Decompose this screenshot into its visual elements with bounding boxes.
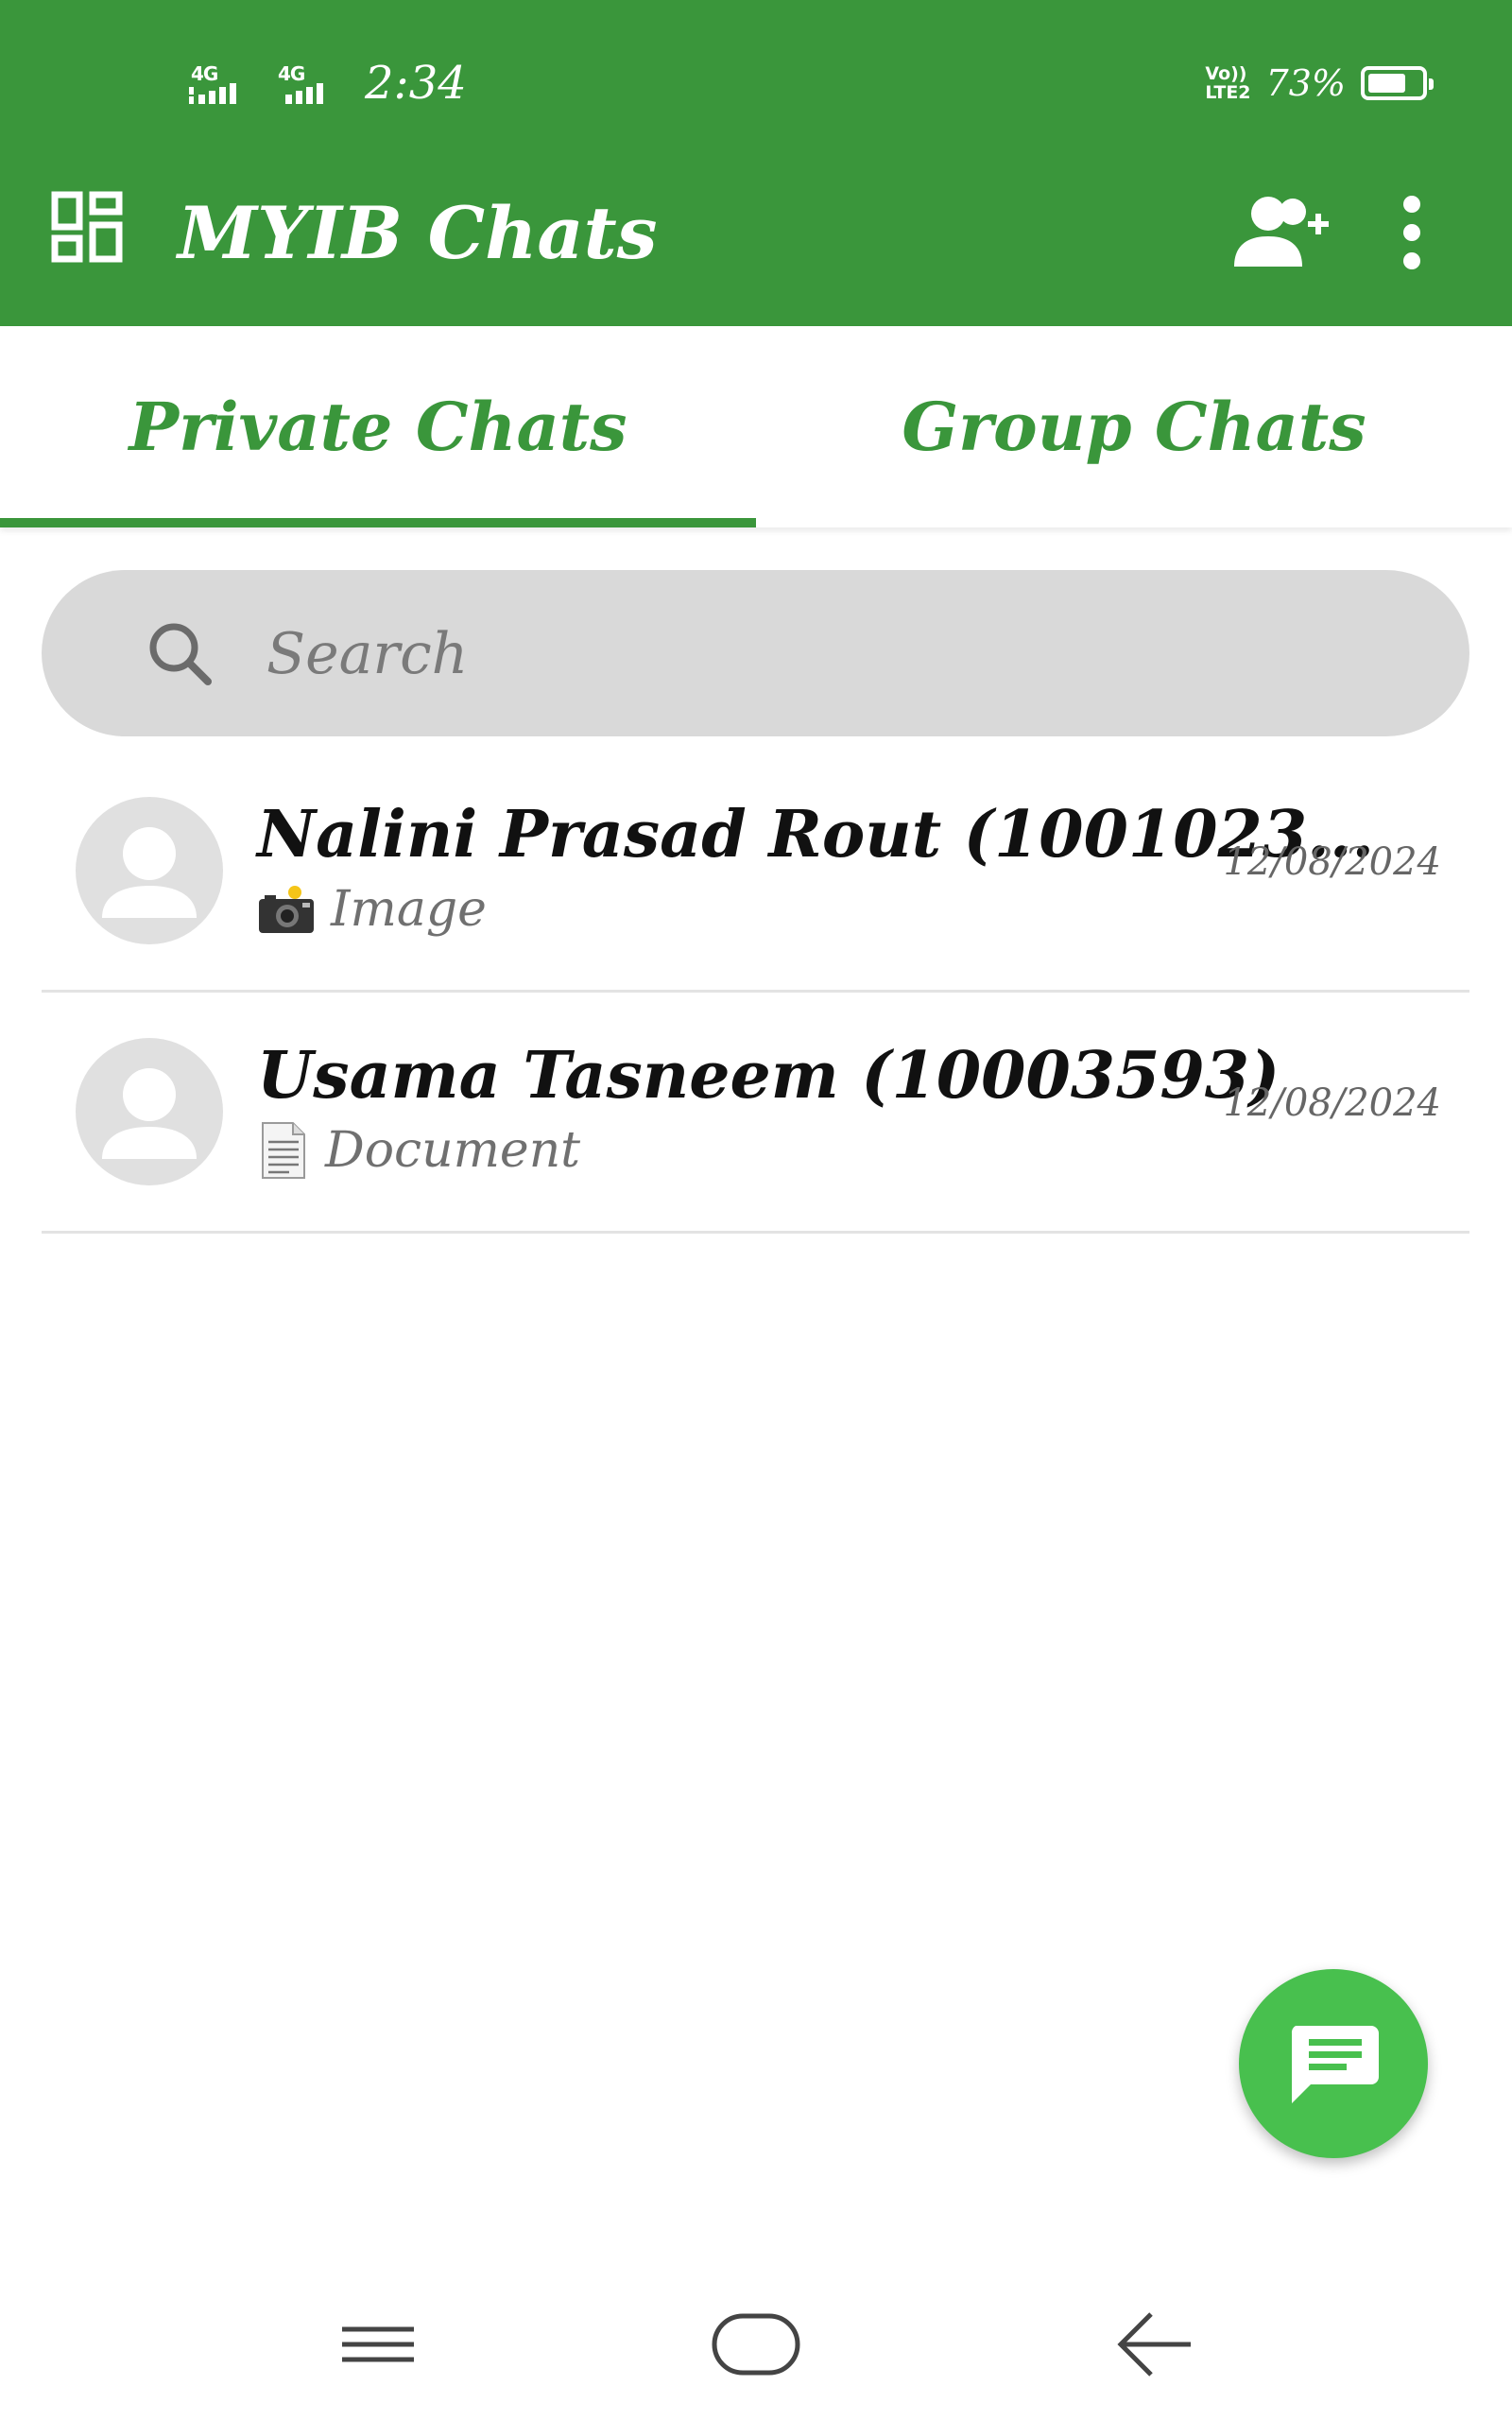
more-vertical-icon[interactable] (1391, 189, 1433, 274)
chat-contact-name: Nalini Prasad Rout (1001023... (257, 797, 1375, 873)
battery-icon (1361, 66, 1434, 100)
signal-1: 4G (185, 59, 259, 108)
status-bar-left: 4G 4G 2:34 (185, 55, 467, 112)
chat-date: 12/08/2024 (1223, 1081, 1441, 1125)
back-icon (1117, 2312, 1191, 2377)
add-user-icon[interactable] (1221, 189, 1334, 274)
system-nav-bar (0, 2250, 1512, 2420)
camera-icon (259, 886, 314, 933)
signal-strength-icon (285, 83, 323, 104)
avatar (76, 1038, 223, 1185)
search-input[interactable] (265, 608, 1402, 700)
home-button[interactable] (699, 2297, 813, 2392)
document-icon (262, 1122, 305, 1179)
avatar (76, 797, 223, 944)
battery-fill (1368, 74, 1406, 93)
chat-last-message: Image (257, 876, 487, 942)
recent-apps-button[interactable] (321, 2297, 435, 2392)
dashboard-grid-icon[interactable] (49, 189, 125, 265)
new-chat-button[interactable] (1239, 1969, 1428, 2158)
default-avatar-icon (102, 1068, 197, 1159)
signal-strength-icon (189, 83, 236, 104)
chat-list-item[interactable]: Usama Tasneem (10003593) Document 12/08/… (42, 993, 1469, 1234)
default-avatar-icon (102, 827, 197, 918)
app-header: 4G 4G 2:34 Vo)) LTE2 73% MYIB Chats (0, 0, 1512, 326)
tab-group-chats[interactable]: Group Chats (756, 326, 1512, 527)
home-icon (712, 2313, 800, 2376)
search-bar[interactable] (42, 570, 1469, 736)
recent-apps-icon (342, 2326, 414, 2362)
chat-contact-name: Usama Tasneem (10003593) (257, 1038, 1280, 1114)
search-icon (149, 623, 212, 685)
chat-preview-text: Image (331, 881, 487, 938)
chat-list-item[interactable]: Nalini Prasad Rout (1001023... Image 12/… (42, 752, 1469, 993)
signal-2: 4G (272, 59, 346, 108)
status-time: 2:34 (365, 57, 467, 110)
status-bar-right: Vo)) LTE2 73% (1205, 55, 1434, 112)
chat-date: 12/08/2024 (1223, 840, 1441, 884)
tab-private-chats[interactable]: Private Chats (0, 326, 756, 527)
new-chat-icon (1291, 2026, 1379, 2103)
back-button[interactable] (1096, 2297, 1210, 2392)
battery-percent: 73% (1265, 62, 1346, 104)
app-title: MYIB Chats (178, 191, 658, 275)
chat-preview-text: Document (325, 1122, 581, 1179)
chat-tabs: Private Chats Group Chats (0, 326, 1512, 527)
volte-indicator: Vo)) LTE2 (1205, 63, 1251, 103)
selected-tab-indicator (0, 518, 756, 527)
chat-last-message: Document (257, 1117, 580, 1184)
chat-list: Nalini Prasad Rout (1001023... Image 12/… (42, 752, 1469, 1234)
